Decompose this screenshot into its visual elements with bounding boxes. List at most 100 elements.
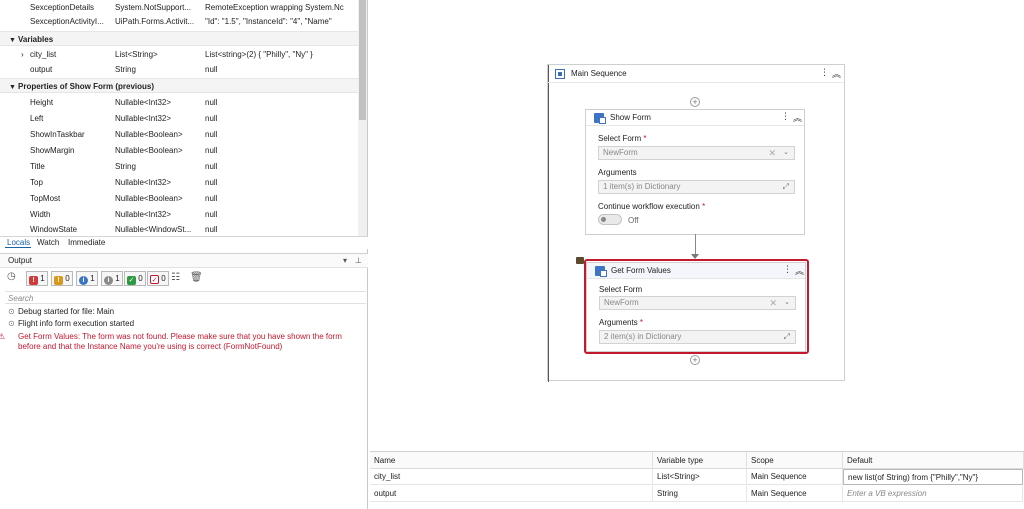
toggle-state-label: Off bbox=[628, 216, 639, 225]
add-activity-plus-icon[interactable]: + bbox=[690, 355, 700, 365]
column-header-scope[interactable]: Scope bbox=[747, 452, 843, 469]
locals-value: null bbox=[205, 178, 218, 187]
add-activity-plus-icon[interactable]: + bbox=[690, 97, 700, 107]
tab-locals[interactable]: Locals bbox=[7, 238, 30, 247]
expand-icon[interactable]: ⤢ bbox=[783, 181, 789, 193]
locals-scrollbar[interactable] bbox=[358, 0, 367, 236]
scrollbar-thumb[interactable] bbox=[359, 0, 366, 120]
flow-connector bbox=[695, 234, 696, 256]
warning-filter-button[interactable]: ! 0 bbox=[51, 271, 73, 286]
locals-row[interactable]: ShowMargin Nullable<Boolean> null bbox=[0, 143, 358, 158]
column-header-name[interactable]: Name bbox=[370, 452, 653, 469]
locals-value: null bbox=[205, 114, 218, 123]
locals-value: null bbox=[205, 65, 218, 74]
form-icon bbox=[594, 113, 606, 124]
info-filter-button[interactable]: i 1 bbox=[76, 271, 98, 286]
sequence-border bbox=[548, 65, 549, 382]
arguments-field[interactable]: 1 item(s) in Dictionary ⤢ bbox=[598, 180, 795, 194]
locals-row[interactable]: Height Nullable<Int32> null bbox=[0, 95, 358, 110]
pin-icon[interactable]: ⊥ bbox=[355, 254, 362, 268]
variable-default-input[interactable]: Enter a VB expression bbox=[843, 486, 1023, 502]
error-icon: ! bbox=[29, 276, 38, 285]
more-menu-icon[interactable]: ⋮ bbox=[820, 67, 829, 78]
variable-name-cell[interactable]: output bbox=[370, 486, 653, 502]
locals-row[interactable]: output String null bbox=[0, 62, 358, 77]
locals-value: null bbox=[205, 194, 218, 203]
output-panel: Output ▾ ⊥ ◷ ! 1 ! 0 i 1 i 1 ✓ 0 ✓ 0 ☷ 🗑… bbox=[0, 253, 368, 509]
continue-execution-toggle[interactable] bbox=[598, 214, 622, 225]
check-icon: ✓ bbox=[127, 276, 136, 285]
output-line[interactable]: ⊙ Debug started for file: Main bbox=[8, 307, 364, 317]
locals-value: null bbox=[205, 98, 218, 107]
variable-name-cell[interactable]: city_list bbox=[370, 469, 653, 485]
locals-row[interactable]: Width Nullable<Int32> null bbox=[0, 207, 358, 222]
output-error-line[interactable]: ⚠ Get Form Values: The form was not found… bbox=[0, 332, 364, 352]
locals-row[interactable]: Top Nullable<Int32> null bbox=[0, 175, 358, 190]
variable-scope-cell[interactable]: Main Sequence bbox=[747, 486, 843, 502]
locals-type: Nullable<Boolean> bbox=[115, 194, 183, 203]
locals-name: Width bbox=[30, 210, 51, 219]
collapse-icon[interactable]: ︽ bbox=[832, 67, 841, 80]
locals-row[interactable]: SexceptionActivityI... UiPath.Forms.Acti… bbox=[0, 14, 358, 29]
locals-panel: SexceptionDetails System.NotSupport... R… bbox=[0, 0, 368, 236]
locals-type: System.NotSupport... bbox=[115, 3, 192, 12]
locals-name: WindowState bbox=[30, 225, 78, 234]
search-input[interactable]: Search bbox=[5, 291, 366, 304]
warning-icon: ! bbox=[54, 276, 63, 285]
column-header-type[interactable]: Variable type bbox=[653, 452, 747, 469]
arguments-label: Arguments bbox=[598, 168, 637, 177]
locals-type: Nullable<Boolean> bbox=[115, 146, 183, 155]
locals-row[interactable]: SexceptionDetails System.NotSupport... R… bbox=[0, 0, 358, 15]
locals-value: List<string>(2) { "Philly", "Ny" } bbox=[205, 50, 313, 59]
variable-default-input[interactable]: new list(of String) from {"Philly","Ny"} bbox=[843, 469, 1023, 485]
show-form-title: Show Form bbox=[610, 113, 651, 122]
trace-filter-button[interactable]: i 1 bbox=[101, 271, 123, 286]
active-tab-indicator bbox=[5, 247, 31, 248]
error-filter-button[interactable]: ! 1 bbox=[26, 271, 48, 286]
locals-name: TopMost bbox=[30, 194, 61, 203]
locals-row[interactable]: WindowState Nullable<WindowSt... null bbox=[0, 222, 358, 236]
main-sequence-header: Main Sequence ⋮ ︽ bbox=[548, 65, 844, 83]
show-form-activity[interactable]: Show Form ⋮ ︽ Select Form * NewForm ✕ ⌄ … bbox=[585, 109, 805, 235]
locals-type: Nullable<Int32> bbox=[115, 114, 172, 123]
list-icon[interactable]: ☷ bbox=[171, 272, 180, 283]
warning-triangle-icon: ⚠ bbox=[0, 332, 6, 341]
breakpoint-marker-icon[interactable] bbox=[576, 257, 584, 264]
tab-watch[interactable]: Watch bbox=[37, 238, 59, 247]
success-filter-button[interactable]: ✓ 0 bbox=[124, 271, 146, 286]
locals-row[interactable]: Title String null bbox=[0, 159, 358, 174]
properties-section-header[interactable]: ▼ Properties of Show Form (previous) bbox=[0, 78, 358, 93]
variable-type-cell[interactable]: String bbox=[653, 486, 747, 502]
variables-section-header[interactable]: ▼ Variables bbox=[0, 31, 358, 46]
locals-row[interactable]: TopMost Nullable<Boolean> null bbox=[0, 191, 358, 206]
chevron-right-icon[interactable]: › bbox=[21, 47, 24, 62]
clear-icon[interactable]: ✕ bbox=[768, 147, 776, 159]
dropdown-icon[interactable]: ▾ bbox=[343, 254, 347, 268]
trash-icon[interactable]: 🗑 bbox=[190, 272, 203, 283]
locals-type: Nullable<Int32> bbox=[115, 178, 172, 187]
designer-canvas[interactable]: Main Sequence ⋮ ︽ + Show Form ⋮ ︽ Select… bbox=[370, 0, 1024, 451]
locals-name: Title bbox=[30, 162, 45, 171]
variable-scope-cell[interactable]: Main Sequence bbox=[747, 469, 843, 485]
collapse-icon[interactable]: ︽ bbox=[793, 111, 802, 124]
more-menu-icon[interactable]: ⋮ bbox=[781, 111, 790, 122]
locals-row[interactable]: › city_list List<String> List<string>(2)… bbox=[0, 47, 358, 62]
column-header-default[interactable]: Default bbox=[843, 452, 1024, 469]
locals-row[interactable]: ShowInTaskbar Nullable<Boolean> null bbox=[0, 127, 358, 142]
variable-type-cell[interactable]: List<String> bbox=[653, 469, 747, 485]
tab-immediate[interactable]: Immediate bbox=[68, 238, 105, 247]
chevron-down-icon[interactable]: ⌄ bbox=[783, 147, 789, 159]
fail-filter-button[interactable]: ✓ 0 bbox=[147, 271, 169, 286]
clock-icon[interactable]: ◷ bbox=[7, 271, 16, 282]
chevron-down-icon[interactable]: ▼ bbox=[9, 80, 18, 95]
locals-name: Height bbox=[30, 98, 54, 107]
debug-tabs: Locals Watch Immediate bbox=[0, 236, 368, 249]
fail-check-icon: ✓ bbox=[150, 275, 159, 284]
output-line[interactable]: ⊙ Flight info form execution started bbox=[8, 319, 364, 329]
chevron-down-icon[interactable]: ▼ bbox=[9, 33, 18, 48]
left-panel: SexceptionDetails System.NotSupport... R… bbox=[0, 0, 368, 509]
locals-type: Nullable<Int32> bbox=[115, 210, 172, 219]
locals-row[interactable]: Left Nullable<Int32> null bbox=[0, 111, 358, 126]
select-form-dropdown[interactable]: NewForm ✕ ⌄ bbox=[598, 146, 795, 160]
locals-value: null bbox=[205, 225, 218, 234]
